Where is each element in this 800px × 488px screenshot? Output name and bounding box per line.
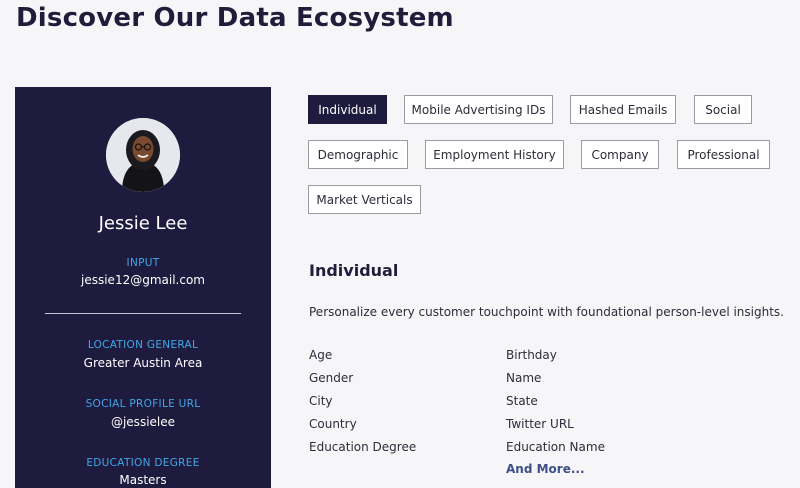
tab-demographic[interactable]: Demographic <box>308 140 408 169</box>
divider <box>45 313 241 314</box>
tab-company[interactable]: Company <box>581 140 659 169</box>
field-value-social-url: @jessielee <box>110 415 176 429</box>
field-value-location: Greater Austin Area <box>83 356 203 370</box>
field-value-education: Masters <box>119 473 167 487</box>
attribute-item: City <box>309 394 333 408</box>
profile-card: Jessie Lee INPUT jessie12@gmail.com LOCA… <box>15 87 271 488</box>
tab-social[interactable]: Social <box>694 95 752 124</box>
attribute-item: Education Degree <box>309 440 417 454</box>
tab-individual[interactable]: Individual <box>308 95 387 124</box>
attribute-item: State <box>506 394 538 408</box>
field-label-education: EDUCATION DEGREE <box>86 457 200 469</box>
and-more-link[interactable]: And More... <box>506 462 585 476</box>
field-value-input: jessie12@gmail.com <box>81 273 205 287</box>
attribute-item: Gender <box>309 371 354 385</box>
tab-hashed-emails[interactable]: Hashed Emails <box>570 95 676 124</box>
page-title: Discover Our Data Ecosystem <box>16 3 454 33</box>
attribute-item: Name <box>506 371 542 385</box>
tab-mobile-advertising-ids[interactable]: Mobile Advertising IDs <box>404 95 553 124</box>
tab-professional[interactable]: Professional <box>677 140 770 169</box>
section-description: Personalize every customer touchpoint wi… <box>309 305 784 319</box>
attribute-item: Country <box>309 417 357 431</box>
attribute-item: Education Name <box>506 440 605 454</box>
attribute-item: Age <box>309 348 333 362</box>
attribute-item: Twitter URL <box>506 417 574 431</box>
field-label-social-url: SOCIAL PROFILE URL <box>85 398 201 410</box>
profile-name: Jessie Lee <box>98 213 188 234</box>
attribute-item: Birthday <box>506 348 557 362</box>
avatar <box>106 118 180 192</box>
field-label-input: INPUT <box>126 257 160 269</box>
tab-employment-history[interactable]: Employment History <box>425 140 564 169</box>
field-label-location: LOCATION GENERAL <box>87 339 199 351</box>
tab-market-verticals[interactable]: Market Verticals <box>308 185 421 214</box>
section-title: Individual <box>309 261 399 280</box>
